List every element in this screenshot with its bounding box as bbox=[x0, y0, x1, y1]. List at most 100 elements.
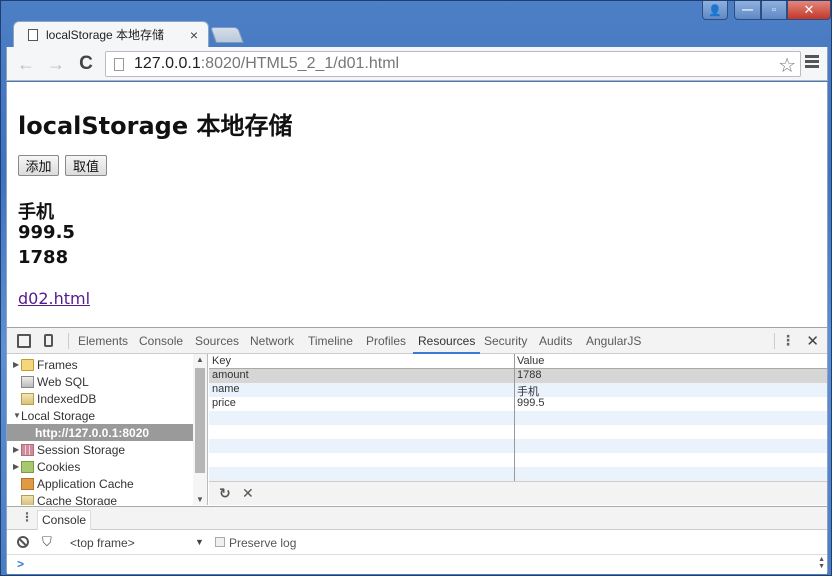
table-row[interactable]: amount 1788 bbox=[209, 369, 827, 383]
resources-sidebar: ▶ Frames Web SQL IndexedDB ▼ Local Stora… bbox=[7, 354, 208, 505]
tree-item-indexeddb[interactable]: IndexedDB bbox=[7, 390, 193, 407]
device-mode-icon[interactable] bbox=[44, 334, 53, 347]
tree-item-web-sql[interactable]: Web SQL bbox=[7, 373, 193, 390]
back-button[interactable]: ← bbox=[15, 53, 37, 75]
tab-title: localStorage 本地存储 bbox=[46, 28, 165, 42]
tree-item-application-cache[interactable]: Application Cache bbox=[7, 475, 193, 492]
database-icon bbox=[21, 375, 34, 388]
tree-item-cookies[interactable]: ▶ Cookies bbox=[7, 458, 193, 475]
dropdown-arrow-icon[interactable]: ▼ bbox=[195, 537, 204, 547]
add-button[interactable]: 添加 bbox=[18, 155, 59, 176]
context-selector[interactable]: <top frame> bbox=[70, 536, 135, 550]
refresh-icon[interactable]: ↻ bbox=[219, 485, 231, 502]
tree-item-label: Session Storage bbox=[37, 442, 126, 457]
cell-key: name bbox=[212, 383, 240, 395]
tab-audits[interactable]: Audits bbox=[534, 328, 577, 354]
window-controls: 👤 — ▫ ✕ bbox=[702, 1, 831, 20]
user-profile-button[interactable]: 👤 bbox=[702, 1, 728, 20]
preserve-log-label: Preserve log bbox=[229, 536, 297, 550]
window-close-button[interactable]: ✕ bbox=[787, 1, 831, 20]
scroll-down-icon[interactable]: ▼ bbox=[196, 495, 204, 504]
preserve-log-checkbox[interactable] bbox=[215, 537, 225, 547]
clear-console-icon[interactable] bbox=[17, 536, 29, 548]
tab-network[interactable]: Network bbox=[245, 328, 299, 354]
indexeddb-icon bbox=[21, 392, 34, 405]
table-row[interactable]: price 999.5 bbox=[209, 397, 827, 411]
drawer-tabbar: ⋮ Console bbox=[7, 506, 827, 530]
tree-item-label: IndexedDB bbox=[37, 391, 97, 406]
drawer-menu-icon[interactable]: ⋮ bbox=[21, 510, 33, 524]
chrome-menu-icon[interactable] bbox=[805, 55, 819, 70]
tree-item-frames[interactable]: ▶ Frames bbox=[7, 356, 193, 373]
divider bbox=[68, 333, 69, 349]
column-divider[interactable] bbox=[514, 354, 515, 481]
browser-window: localStorage 本地存储 × 👤 — ▫ ✕ ← → C 127.0.… bbox=[0, 0, 832, 576]
table-row[interactable]: name 手机 bbox=[209, 383, 827, 398]
sidebar-scrollbar[interactable]: ▲ ▼ bbox=[193, 354, 207, 505]
get-value-button[interactable]: 取值 bbox=[65, 155, 107, 176]
tab-angularjs[interactable]: AngularJS bbox=[581, 328, 646, 354]
empty-row bbox=[209, 467, 827, 481]
minimize-button[interactable]: — bbox=[734, 1, 761, 20]
expand-arrow-icon[interactable]: ▶ bbox=[13, 445, 21, 454]
cell-value: 1788 bbox=[517, 369, 542, 381]
tab-sources[interactable]: Sources bbox=[190, 328, 244, 354]
console-toolbar: ⛉ <top frame> ▼ Preserve log bbox=[7, 531, 827, 555]
devtools-close-icon[interactable]: ✕ bbox=[806, 332, 819, 350]
empty-row bbox=[209, 453, 827, 467]
tab-close-icon[interactable]: × bbox=[186, 27, 202, 43]
url-host: 127.0.0.1 bbox=[134, 55, 201, 72]
delete-icon[interactable]: ✕ bbox=[242, 485, 254, 502]
grid-header: Key Value bbox=[209, 354, 827, 369]
console-input[interactable]: > ▲ ▼ bbox=[7, 556, 827, 574]
new-tab-button[interactable] bbox=[210, 27, 244, 43]
scroll-up-icon[interactable]: ▲ bbox=[196, 355, 204, 364]
tree-item-label: Web SQL bbox=[37, 374, 89, 389]
prompt-icon: > bbox=[17, 557, 25, 571]
empty-row bbox=[209, 425, 827, 439]
cell-value: 999.5 bbox=[517, 397, 545, 409]
collapse-arrow-icon[interactable]: ▼ bbox=[13, 411, 21, 420]
address-bar[interactable]: 127.0.0.1:8020/HTML5_2_1/d01.html ☆ bbox=[105, 51, 801, 77]
tree-item-session-storage[interactable]: ▶ Session Storage bbox=[7, 441, 193, 458]
expand-arrow-icon[interactable]: ▶ bbox=[13, 360, 21, 369]
storage-data-grid: Key Value amount 1788 name 手机 price 999.… bbox=[209, 354, 827, 481]
url-path: :8020/HTML5_2_1/d01.html bbox=[200, 55, 400, 72]
tab-resources[interactable]: Resources bbox=[413, 328, 481, 354]
column-header-key[interactable]: Key bbox=[212, 355, 231, 367]
tab-elements[interactable]: Elements bbox=[73, 328, 133, 354]
tab-console[interactable]: Console bbox=[134, 328, 188, 354]
title-bar: localStorage 本地存储 × 👤 — ▫ ✕ bbox=[1, 1, 832, 47]
tree-item-local-origin[interactable]: http://127.0.0.1:8020 bbox=[7, 424, 193, 441]
filter-icon[interactable]: ⛉ bbox=[42, 534, 52, 550]
output-amount: 1788 bbox=[18, 247, 69, 268]
maximize-button[interactable]: ▫ bbox=[761, 1, 787, 20]
inspect-element-icon[interactable] bbox=[17, 334, 31, 348]
tree-item-label: Cookies bbox=[37, 459, 81, 474]
tree-item-local-storage[interactable]: ▼ Local Storage bbox=[7, 407, 193, 424]
cache-storage-icon bbox=[21, 494, 34, 505]
tree-item-label: http://127.0.0.1:8020 bbox=[35, 425, 150, 440]
browser-toolbar: ← → C 127.0.0.1:8020/HTML5_2_1/d01.html … bbox=[6, 47, 828, 81]
drawer-tab-console[interactable]: Console bbox=[37, 510, 92, 530]
console-scroll-icon[interactable]: ▲ ▼ bbox=[818, 556, 825, 570]
expand-arrow-icon[interactable]: ▶ bbox=[13, 462, 21, 471]
tab-security[interactable]: Security bbox=[479, 328, 532, 354]
forward-button[interactable]: → bbox=[45, 53, 67, 75]
tree-item-label: Frames bbox=[37, 357, 78, 372]
tree-item-label: Local Storage bbox=[21, 408, 96, 423]
empty-row bbox=[209, 411, 827, 425]
app-cache-icon bbox=[21, 477, 34, 490]
reload-button[interactable]: C bbox=[75, 53, 97, 75]
browser-tab[interactable]: localStorage 本地存储 × bbox=[13, 21, 209, 47]
more-options-icon[interactable]: ⋮ bbox=[781, 332, 795, 349]
page-icon bbox=[114, 57, 124, 71]
column-header-value[interactable]: Value bbox=[517, 355, 544, 367]
tab-timeline[interactable]: Timeline bbox=[303, 328, 358, 354]
d02-link[interactable]: d02.html bbox=[18, 289, 90, 308]
tree-item-cache-storage[interactable]: Cache Storage bbox=[7, 492, 193, 505]
tab-profiles[interactable]: Profiles bbox=[361, 328, 411, 354]
bookmark-star-icon[interactable]: ☆ bbox=[778, 53, 796, 78]
scrollbar-thumb[interactable] bbox=[195, 368, 205, 473]
url-text[interactable]: 127.0.0.1:8020/HTML5_2_1/d01.html bbox=[134, 55, 399, 73]
